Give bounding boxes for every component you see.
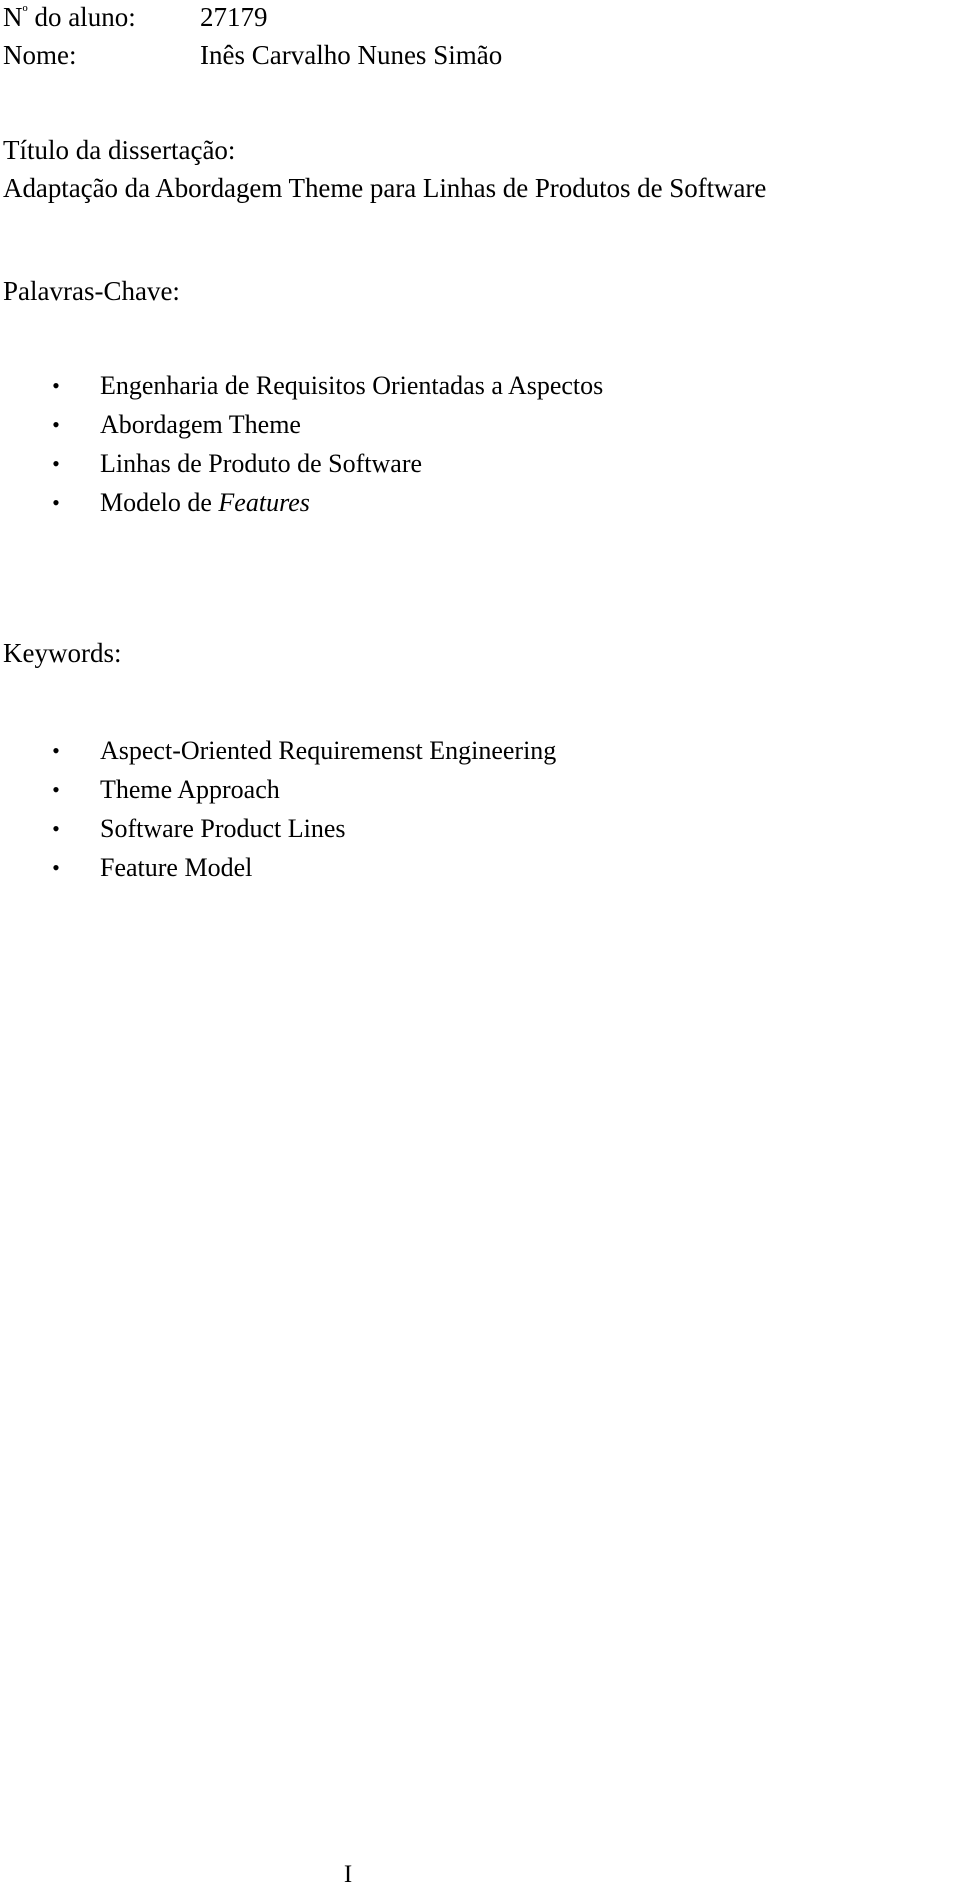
list-item: • Feature Model <box>0 848 556 887</box>
bullet-icon: • <box>52 816 60 841</box>
student-name-row: Nome: Inês Carvalho Nunes Simão <box>3 42 502 69</box>
keywords-en-list: • Aspect-Oriented Requiremenst Engineeri… <box>0 731 556 887</box>
keywords-pt-list: • Engenharia de Requisitos Orientadas a … <box>0 366 603 522</box>
list-item: • Abordagem Theme <box>0 405 603 444</box>
list-item: • Modelo de Features <box>0 483 603 522</box>
document-page: Nº do aluno: 27179 Nome: Inês Carvalho Nun… <box>0 0 960 1904</box>
student-number-label-suffix: do aluno: <box>27 2 136 32</box>
student-number-value: 27179 <box>200 2 268 32</box>
list-item-label: Abordagem Theme <box>100 410 301 439</box>
list-item-label: Linhas de Produto de Software <box>100 449 423 478</box>
bullet-icon: • <box>52 777 60 802</box>
bullet-icon: • <box>52 855 60 880</box>
list-item: • Linhas de Produto de Software <box>0 444 603 483</box>
dissertation-title: Adaptação da Abordagem Theme para Linhas… <box>3 173 767 203</box>
page-number: I <box>343 1861 353 1888</box>
bullet-icon: • <box>52 373 60 398</box>
bullet-icon: • <box>52 738 60 763</box>
bullet-icon: • <box>52 412 60 437</box>
keywords-en-label: Keywords: <box>3 638 122 668</box>
student-number-row: Nº do aluno: 27179 <box>3 4 268 31</box>
keywords-pt-label: Palavras-Chave: <box>3 276 180 306</box>
list-item: • Software Product Lines <box>0 809 556 848</box>
list-item: • Engenharia de Requisitos Orientadas a … <box>0 366 603 405</box>
student-name-label: Nome: <box>3 40 77 70</box>
student-number-label-prefix: N <box>3 2 23 32</box>
dissertation-title-label: Título da dissertação: <box>3 135 236 165</box>
list-item-label: Modelo de <box>100 488 219 517</box>
list-item-emphasis: Features <box>218 488 310 517</box>
list-item: • Theme Approach <box>0 770 556 809</box>
list-item-label: Aspect-Oriented Requiremenst Engineering <box>100 736 557 765</box>
bullet-icon: • <box>52 451 60 476</box>
list-item-label: Engenharia de Requisitos Orientadas a As… <box>100 371 604 400</box>
list-item: • Aspect-Oriented Requiremenst Engineeri… <box>0 731 556 770</box>
student-name-value: Inês Carvalho Nunes Simão <box>200 40 503 70</box>
list-item-label: Feature Model <box>100 853 253 882</box>
list-item-label: Theme Approach <box>100 775 280 804</box>
list-item-label: Software Product Lines <box>100 814 346 843</box>
bullet-icon: • <box>52 490 60 515</box>
student-number-label: Nº do aluno: <box>3 4 200 31</box>
